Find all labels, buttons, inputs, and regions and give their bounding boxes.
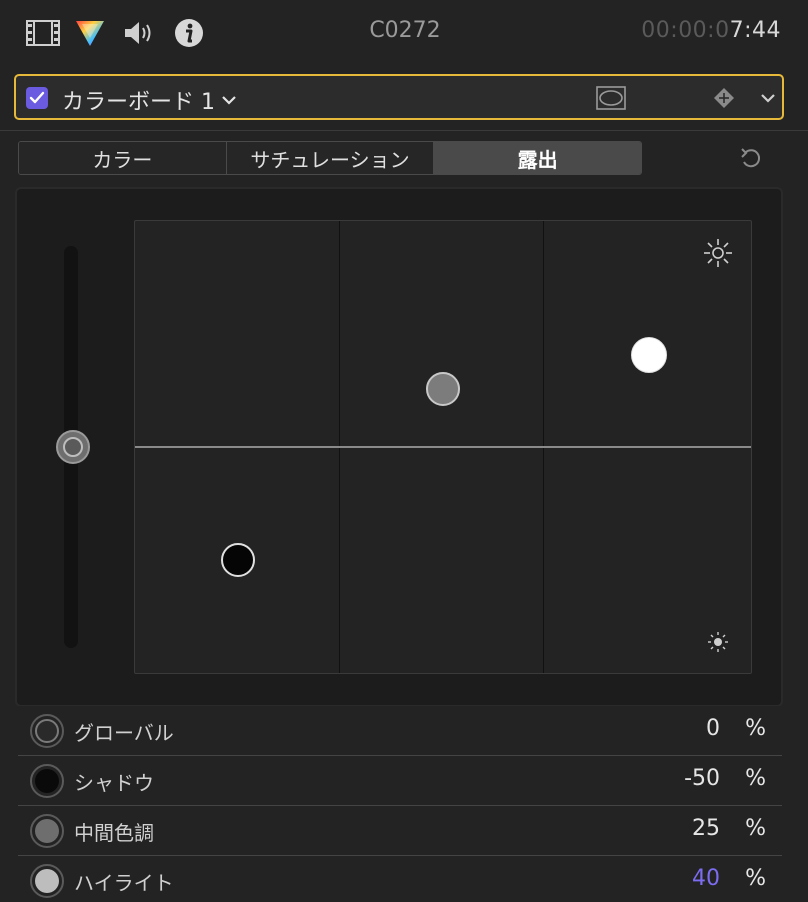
sun-dim-icon — [708, 632, 728, 652]
shadows-swatch-icon — [30, 764, 64, 798]
effect-title-menu[interactable]: カラーボード 1 — [62, 84, 237, 116]
swatch-core — [35, 819, 59, 843]
info-icon[interactable] — [172, 16, 206, 50]
highlights-puck[interactable] — [631, 337, 667, 373]
clip-name: C0272 — [369, 18, 441, 43]
inspector-toolbar: C0272 00:00:07:44 — [0, 0, 808, 66]
row-unit: % — [745, 866, 766, 891]
tab-color[interactable]: カラー — [19, 142, 226, 174]
row-unit: % — [745, 816, 766, 841]
highlights-swatch-icon — [30, 864, 64, 898]
shadows-puck[interactable] — [221, 543, 255, 577]
exposure-board[interactable] — [134, 220, 752, 674]
checkmark-icon — [29, 91, 45, 104]
midtones-swatch-icon — [30, 814, 64, 848]
audio-icon[interactable] — [122, 16, 156, 50]
swatch-core — [35, 719, 59, 743]
swatch-core — [35, 869, 59, 893]
color-inspector-icon[interactable] — [73, 16, 107, 50]
row-unit: % — [745, 716, 766, 741]
effect-title: カラーボード 1 — [62, 90, 215, 115]
effect-header[interactable]: カラーボード 1 — [14, 74, 784, 120]
divider — [0, 130, 808, 131]
film-icon[interactable] — [26, 16, 60, 50]
row-label: 中間色調 — [74, 821, 154, 845]
effect-enable-checkbox[interactable] — [26, 87, 48, 109]
exposure-values: グローバル 0 % シャドウ -50 % 中間色調 25 % ハイライト 40 … — [18, 706, 782, 902]
shadows-value[interactable]: -50 — [684, 766, 720, 791]
row-label: ハイライト — [74, 871, 174, 895]
row-label: シャドウ — [74, 771, 154, 795]
reset-icon[interactable] — [738, 146, 764, 172]
chevron-down-icon — [222, 96, 236, 105]
keyframe-icon[interactable] — [712, 86, 736, 110]
timecode-lit: 7:44 — [729, 18, 781, 43]
midtones-puck[interactable] — [426, 372, 460, 406]
row-label: グローバル — [74, 721, 174, 745]
swatch-core — [35, 769, 59, 793]
row-unit: % — [745, 766, 766, 791]
midtones-value[interactable]: 25 — [692, 816, 720, 841]
mask-icon[interactable] — [596, 86, 626, 110]
global-puck[interactable] — [56, 430, 90, 464]
highlights-value[interactable]: 40 — [692, 866, 720, 891]
effect-menu-chevron-icon[interactable] — [756, 86, 780, 110]
row-midtones: 中間色調 25 % — [18, 806, 782, 856]
sun-bright-icon — [704, 239, 732, 267]
timecode-dim: 00:00:0 — [641, 18, 730, 43]
global-swatch-icon — [30, 714, 64, 748]
row-highlights: ハイライト 40 % — [18, 856, 782, 902]
zero-line — [135, 446, 751, 448]
timecode: 00:00:07:44 — [641, 18, 781, 43]
tab-exposure[interactable]: 露出 — [433, 142, 641, 174]
color-board-tabs: カラー サチュレーション 露出 — [18, 141, 642, 175]
row-global: グローバル 0 % — [18, 706, 782, 756]
global-value[interactable]: 0 — [706, 716, 720, 741]
global-puck-ring — [63, 437, 83, 457]
row-shadows: シャドウ -50 % — [18, 756, 782, 806]
tab-saturation[interactable]: サチュレーション — [225, 142, 434, 174]
